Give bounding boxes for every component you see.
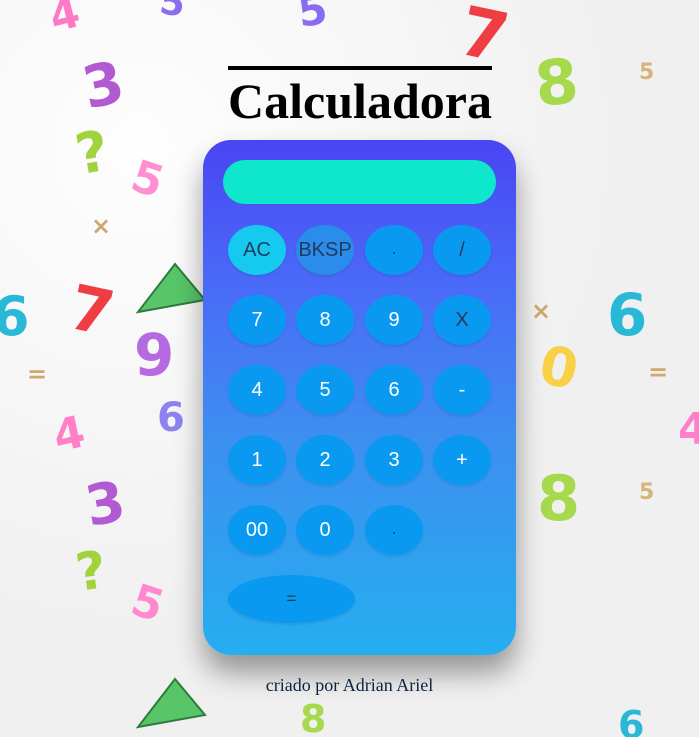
background-glyph: ?: [70, 118, 114, 189]
background-glyph: 5: [639, 480, 655, 505]
subtract-button[interactable]: -: [433, 365, 491, 415]
background-glyph: 6: [607, 281, 648, 349]
digit-5-button[interactable]: 5: [296, 365, 354, 415]
backspace-button[interactable]: BKSP: [296, 225, 354, 275]
background-glyph: ×: [531, 297, 552, 325]
background-glyph: 6: [0, 285, 30, 348]
digit-2-button[interactable]: 2: [296, 435, 354, 485]
decimal-button-bottom[interactable]: .: [365, 505, 423, 555]
background-glyph: ?: [71, 540, 111, 604]
title-rule: [228, 66, 492, 70]
footer-credit: criado por Adrian Ariel: [265, 675, 434, 695]
background-glyph: =: [27, 360, 48, 388]
digit-0-button[interactable]: 0: [296, 505, 354, 555]
background-glyph: 3: [76, 47, 130, 123]
background-glyph: 5: [639, 60, 655, 85]
clear-button[interactable]: AC: [228, 225, 286, 275]
background-glyph: 7: [452, 0, 516, 80]
background-glyph: 3: [80, 469, 131, 540]
equals-button[interactable]: =: [228, 575, 355, 623]
background-glyph: 5: [125, 150, 170, 209]
background-glyph: 4: [44, 0, 85, 42]
background-glyph: 8: [537, 462, 581, 535]
calculator-display[interactable]: [223, 160, 496, 204]
background-glyph: 7: [62, 270, 121, 351]
background-glyph: 8: [531, 43, 582, 122]
background-glyph: 9: [134, 321, 175, 389]
background-glyph: 8: [300, 697, 327, 737]
digit-7-button[interactable]: 7: [228, 295, 286, 345]
page-title: Calculadora: [228, 73, 492, 129]
background-glyph: ×: [91, 212, 112, 240]
digit-1-button[interactable]: 1: [228, 435, 286, 485]
digit-6-button[interactable]: 6: [365, 365, 423, 415]
background-glyph: 6: [157, 395, 185, 441]
digit-9-button[interactable]: 9: [365, 295, 423, 345]
digit-4-button[interactable]: 4: [228, 365, 286, 415]
multiply-button[interactable]: X: [433, 295, 491, 345]
background-glyph: 0: [533, 332, 584, 403]
background-glyph: 5: [294, 0, 331, 37]
background-glyph: 4: [48, 406, 90, 463]
digit-8-button[interactable]: 8: [296, 295, 354, 345]
divide-button[interactable]: /: [433, 225, 491, 275]
decimal-button-top[interactable]: .: [365, 225, 423, 275]
add-button[interactable]: +: [433, 435, 491, 485]
digit-3-button[interactable]: 3: [365, 435, 423, 485]
background-glyph: 5: [156, 0, 189, 26]
background-glyph: =: [648, 358, 669, 386]
background-glyph: 6: [618, 703, 645, 737]
calculator-card: AC BKSP . / 7 8 9 X 4 5 6 - 1 2 3 + 00 0…: [203, 140, 516, 655]
double-zero-button[interactable]: 00: [228, 505, 286, 555]
background-glyph: 4: [678, 404, 699, 455]
background-glyph: 5: [125, 574, 170, 633]
